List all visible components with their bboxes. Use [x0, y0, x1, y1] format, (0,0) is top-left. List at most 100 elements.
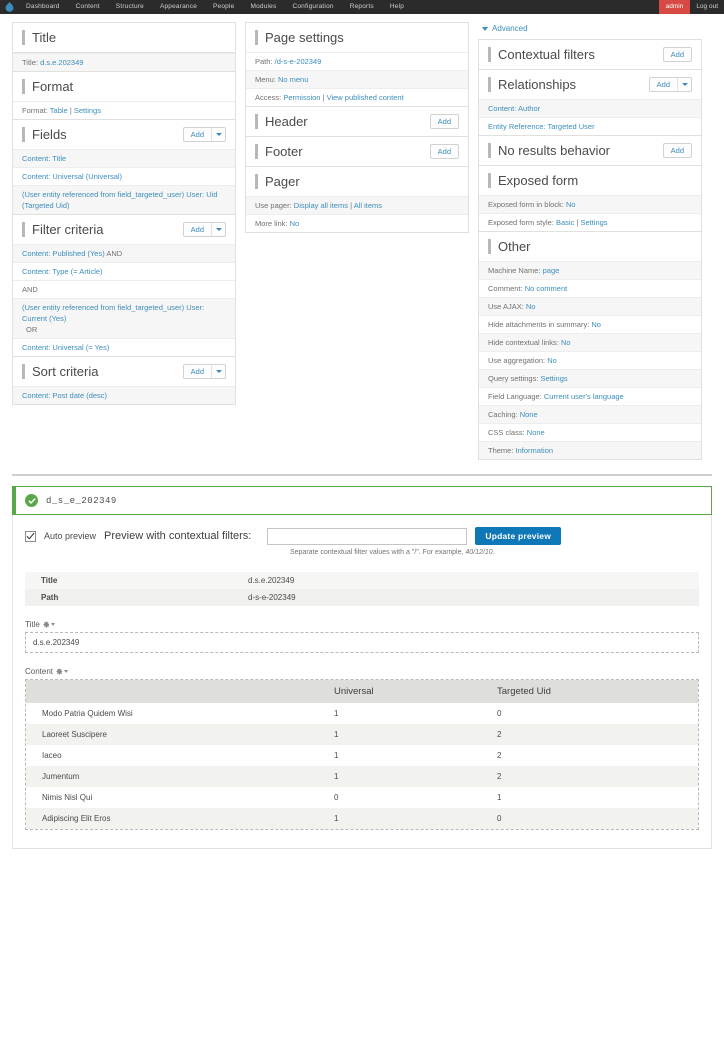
chevron-down-icon[interactable]	[212, 128, 225, 141]
row-title-link[interactable]: Laoreet Suscipere	[26, 724, 326, 745]
fields-item-link[interactable]: Content: Title	[22, 154, 66, 163]
row-title-link[interactable]: Adipiscing Elit Eros	[26, 808, 326, 829]
relationship-item-link[interactable]: Content: Author	[488, 104, 540, 113]
toolbar-item-configuration[interactable]: Configuration	[284, 0, 341, 14]
header-add-button[interactable]: Add	[429, 114, 459, 129]
filter-item-link[interactable]: (User entity referenced from field_targe…	[22, 303, 204, 323]
more-link-value[interactable]: No	[290, 219, 300, 228]
other-row-use-aggregation: Use aggregation: No	[479, 351, 701, 369]
machine-name-value[interactable]: page	[543, 266, 560, 275]
use-pager-extra[interactable]: All items	[354, 201, 382, 210]
fields-item-link[interactable]: (User entity referenced from field_targe…	[22, 190, 218, 210]
row-targeted-uid-link[interactable]: 2	[489, 766, 698, 787]
row-targeted-uid-link[interactable]: 2	[489, 724, 698, 745]
hide-attachments-value[interactable]: No	[591, 320, 601, 329]
hide-contextual-links-value[interactable]: No	[561, 338, 571, 347]
toolbar-item-help[interactable]: Help	[382, 0, 412, 14]
toolbar-logout-link[interactable]: Log out	[690, 0, 724, 14]
title-block-label-text: Title	[25, 620, 40, 629]
sort-add-button[interactable]: Add	[182, 364, 226, 379]
relationships-header: Relationships Add	[479, 70, 701, 99]
update-preview-button[interactable]: Update preview	[475, 527, 561, 545]
advanced-toggle[interactable]: Advanced	[478, 22, 702, 39]
pager-row-use-pager: Use pager: Display all items | All items	[246, 196, 468, 214]
row-title-link[interactable]: Modo Patria Quidem Wisi	[26, 703, 326, 724]
no-results-behavior-section: No results behavior Add	[478, 136, 702, 166]
row-targeted-uid-link[interactable]: 0	[489, 703, 698, 724]
menu-value[interactable]: No menu	[278, 75, 308, 84]
filter-item-link[interactable]: Content: Published (Yes)	[22, 249, 105, 258]
fields-add-button[interactable]: Add	[182, 127, 226, 142]
toolbar-item-people[interactable]: People	[205, 0, 242, 14]
title-section-heading: Title	[22, 30, 56, 45]
format-row: Format: Table | Settings	[13, 101, 235, 119]
row-targeted-uid-link[interactable]: 1	[489, 787, 698, 808]
exposed-form-style-label: Exposed form style:	[488, 218, 554, 227]
sort-item-link[interactable]: Content: Post date (desc)	[22, 391, 107, 400]
use-aggregation-value[interactable]: No	[547, 356, 557, 365]
summary-value-link[interactable]: d-s-e-202349	[240, 589, 699, 606]
preview-body: Auto preview Preview with contextual fil…	[12, 515, 712, 849]
page-settings-header: Page settings	[246, 23, 468, 52]
toolbar-user-badge[interactable]: admin	[658, 0, 691, 14]
access-value[interactable]: Permission	[283, 93, 320, 102]
row-title-link[interactable]: Jumentum	[26, 766, 326, 787]
exposed-form-in-block-value[interactable]: No	[566, 200, 576, 209]
filter-add-label: Add	[190, 225, 204, 234]
gear-icon[interactable]	[56, 668, 69, 675]
other-row-theme: Theme: Information	[479, 441, 701, 459]
theme-value[interactable]: Information	[516, 446, 554, 455]
fields-item: Content: Title	[13, 149, 235, 167]
comment-value[interactable]: No comment	[525, 284, 568, 293]
access-extra-link[interactable]: View published content	[327, 93, 404, 102]
row-targeted-uid-link[interactable]: 0	[489, 808, 698, 829]
toolbar-item-content[interactable]: Content	[68, 0, 108, 14]
toolbar-item-modules[interactable]: Modules	[242, 0, 284, 14]
access-label: Access:	[255, 93, 282, 102]
chevron-down-icon[interactable]	[212, 223, 225, 236]
path-value[interactable]: /d-s-e-202349	[275, 57, 322, 66]
other-row-caching: Caching: None	[479, 405, 701, 423]
css-class-value[interactable]: None	[527, 428, 545, 437]
preview-controls: Auto preview Preview with contextual fil…	[25, 527, 699, 545]
row-title-link[interactable]: Nimis Nisl Qui	[26, 787, 326, 808]
footer-section: Footer Add	[245, 137, 469, 167]
footer-add-button[interactable]: Add	[429, 144, 459, 159]
row-targeted-uid-link[interactable]: 2	[489, 745, 698, 766]
title-section: Title	[12, 22, 236, 53]
results-col-universal: Universal	[326, 680, 489, 703]
gear-icon[interactable]	[43, 621, 55, 628]
toolbar-item-appearance[interactable]: Appearance	[152, 0, 205, 14]
row-title-link[interactable]: Iaceo	[26, 745, 326, 766]
chevron-down-icon	[64, 670, 69, 673]
chevron-down-icon[interactable]	[212, 365, 225, 378]
filter-group-operator-label: AND	[22, 285, 38, 294]
relationships-add-button[interactable]: Add	[648, 77, 692, 92]
contextual-filters-add-button[interactable]: Add	[662, 47, 692, 62]
filter-item-link[interactable]: Content: Type (= Article)	[22, 267, 103, 276]
filter-add-button[interactable]: Add	[182, 222, 226, 237]
query-settings-value[interactable]: Settings	[541, 374, 568, 383]
toolbar-item-structure[interactable]: Structure	[108, 0, 152, 14]
auto-preview-checkbox[interactable]	[25, 530, 36, 542]
format-row-settings[interactable]: Settings	[74, 106, 101, 115]
caching-value[interactable]: None	[520, 410, 538, 419]
use-pager-value[interactable]: Display all items	[294, 201, 348, 210]
toolbar-item-reports[interactable]: Reports	[342, 0, 382, 14]
field-language-value[interactable]: Current user's language	[544, 392, 624, 401]
title-row-value[interactable]: d.s.e.202349	[40, 58, 83, 67]
filter-item-link[interactable]: Content: Universal (= Yes)	[22, 343, 109, 352]
contextual-filters-input[interactable]	[267, 527, 468, 545]
use-ajax-value[interactable]: No	[526, 302, 536, 311]
format-row-value[interactable]: Table	[50, 106, 68, 115]
title-row-label: Title:	[22, 58, 38, 67]
section-divider	[12, 474, 712, 476]
toolbar-item-dashboard[interactable]: Dashboard	[18, 0, 68, 14]
chevron-down-icon[interactable]	[678, 78, 691, 91]
no-results-add-button[interactable]: Add	[662, 143, 692, 158]
relationship-item-link[interactable]: Entity Reference: Targeted User	[488, 122, 595, 131]
drupal-drop-icon[interactable]	[0, 0, 18, 14]
exposed-form-style-settings[interactable]: Settings	[580, 218, 607, 227]
fields-item-link[interactable]: Content: Universal (Universal)	[22, 172, 122, 181]
exposed-form-style-value[interactable]: Basic	[556, 218, 574, 227]
